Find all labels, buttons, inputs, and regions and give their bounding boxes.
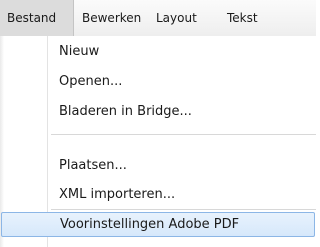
bestand-dropdown-menu: Nieuw Openen... Bladeren in Bridge... Pl… [0,36,316,247]
menu-tekst[interactable]: Tekst [227,0,258,36]
menu-item-label: Voorinstellingen Adobe PDF [60,217,240,232]
menu-item-label: Bladeren in Bridge... [59,104,192,119]
menu-item-voorinstellingen-adobe-pdf[interactable]: Voorinstellingen Adobe PDF [1,212,315,237]
menu-separator [51,134,316,135]
menu-item-label: Nieuw [59,44,100,59]
menu-item-label: Openen... [59,74,123,89]
menu-item-openen[interactable]: Openen... [0,70,316,94]
menu-item-nieuw[interactable]: Nieuw [0,40,316,64]
menu-bewerken[interactable]: Bewerken [82,0,141,36]
menu-separator [51,209,316,210]
application-window: Bestand Bewerken Layout Tekst Nieuw Open… [0,0,316,247]
menu-item-label: Plaatsen... [59,158,127,173]
menu-bestand[interactable]: Bestand [0,0,74,36]
menu-item-bladeren-in-bridge[interactable]: Bladeren in Bridge... [0,100,316,124]
menu-item-xml-importeren[interactable]: XML importeren... [0,183,316,207]
menu-item-label: XML importeren... [59,187,176,202]
menu-bar: Bestand Bewerken Layout Tekst [0,0,316,37]
menu-layout[interactable]: Layout [156,0,197,36]
menu-item-plaatsen[interactable]: Plaatsen... [0,154,316,178]
